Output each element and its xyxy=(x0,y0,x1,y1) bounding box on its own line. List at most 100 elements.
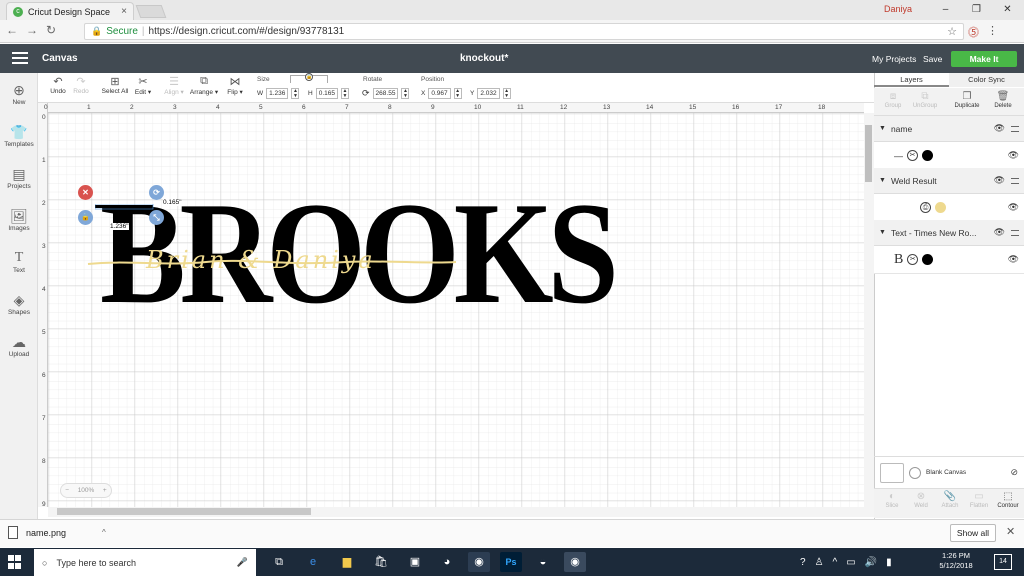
cut-scissors-icon[interactable]: ✂ xyxy=(907,254,919,265)
layer-group-name[interactable]: ▼ name 👁 xyxy=(874,116,1024,142)
store-icon[interactable]: 🛍 xyxy=(370,552,392,572)
chevron-up-icon[interactable]: ^ xyxy=(833,557,838,568)
size-lock-icon[interactable]: 🔒 xyxy=(305,73,313,81)
reload-icon[interactable]: ↻ xyxy=(46,23,56,37)
cut-scissors-icon[interactable]: ✂ xyxy=(907,150,918,161)
y-stepper[interactable]: ▲ ▼ xyxy=(502,87,511,99)
minimize-icon[interactable]: – xyxy=(930,0,961,20)
sidebar-item-upload[interactable]: ☁ Upload xyxy=(0,334,38,358)
rotate-input[interactable]: 268.55 xyxy=(372,87,399,99)
sidebar-item-images[interactable]: 🖼 Images xyxy=(0,208,38,232)
make-it-button[interactable]: Make It xyxy=(951,51,1017,67)
color-swatch[interactable] xyxy=(935,202,946,213)
visibility-eye-icon[interactable]: 👁 xyxy=(994,123,1005,134)
zoom-out-button[interactable]: − xyxy=(65,487,69,494)
microphone-icon[interactable]: 🎤 xyxy=(237,557,248,568)
height-input[interactable]: 0.165 xyxy=(315,87,338,99)
color-swatch[interactable] xyxy=(922,254,934,265)
layer-menu-icon[interactable] xyxy=(1011,177,1019,184)
resize-handle-icon[interactable]: ⤡ xyxy=(149,210,164,225)
delete-handle-icon[interactable]: ✕ xyxy=(78,185,93,200)
print-then-cut-icon[interactable]: ⎙ xyxy=(920,202,931,213)
visibility-eye-icon[interactable]: 👁 xyxy=(994,227,1005,238)
chrome-active-icon[interactable]: ◉ xyxy=(564,552,586,572)
back-icon[interactable]: ← xyxy=(6,23,18,37)
slice-button[interactable]: ◐ Slice xyxy=(877,491,907,509)
script-name-artwork[interactable]: Brian & Daniya xyxy=(86,220,458,280)
help-icon[interactable]: ? xyxy=(800,557,806,568)
chevron-up-icon[interactable]: ^ xyxy=(102,528,106,537)
collapse-triangle-icon[interactable]: ▼ xyxy=(879,125,886,132)
taskbar-search[interactable]: ○ Type here to search 🎤 xyxy=(34,549,256,576)
layer-group-weld[interactable]: ▼ Weld Result 👁 xyxy=(874,168,1024,194)
arrange-menu[interactable]: ⧉ Arrange ▾ xyxy=(189,75,219,96)
visibility-eye-icon[interactable]: 👁 xyxy=(1008,254,1019,265)
x-stepper[interactable]: ▲ ▼ xyxy=(453,87,462,99)
task-view-icon[interactable]: ⧉ xyxy=(268,552,290,572)
sidebar-item-new[interactable]: ⊕ New xyxy=(0,82,38,106)
height-stepper[interactable]: ▲ ▼ xyxy=(340,87,349,99)
browser-user[interactable]: Daniya xyxy=(884,4,912,14)
chrome-icon[interactable]: ◉ xyxy=(468,552,490,572)
forward-icon[interactable]: → xyxy=(26,23,38,37)
clock[interactable]: 1:26 PM 5/12/2018 xyxy=(936,551,976,571)
selected-line-object[interactable] xyxy=(95,204,155,210)
delete-button[interactable]: 🗑 Delete xyxy=(988,91,1018,109)
battery-icon[interactable]: ▮ xyxy=(886,557,892,568)
color-swatch[interactable] xyxy=(922,150,933,161)
tab-close-icon[interactable]: × xyxy=(121,6,127,17)
collapse-triangle-icon[interactable]: ▼ xyxy=(879,177,886,184)
select-all-button[interactable]: ⊞ Select All xyxy=(100,75,130,95)
app-icon-3[interactable]: ◒ xyxy=(532,552,554,572)
pinterest-icon[interactable]: ⓹ xyxy=(968,24,979,40)
zoom-in-button[interactable]: + xyxy=(103,487,107,494)
rotate-stepper[interactable]: ▲ ▼ xyxy=(401,87,410,99)
browser-tab[interactable]: c Cricut Design Space × xyxy=(6,2,134,20)
group-button[interactable]: ⧈ Group xyxy=(878,91,908,109)
photoshop-icon[interactable]: Ps xyxy=(500,552,522,572)
visibility-eye-icon[interactable]: 👁 xyxy=(1008,150,1019,161)
visibility-eye-icon[interactable]: 👁 xyxy=(994,175,1005,186)
edit-menu[interactable]: ✂ Edit ▾ xyxy=(132,75,154,96)
lock-handle-icon[interactable]: 🔒 xyxy=(78,210,93,225)
app-icon[interactable]: ▣ xyxy=(404,552,426,572)
layer-row-text[interactable]: B ✂ 👁 xyxy=(874,246,1024,274)
contour-button[interactable]: ⬚ Contour xyxy=(993,491,1023,509)
sidebar-item-text[interactable]: T Text xyxy=(0,250,38,274)
hamburger-menu-icon[interactable] xyxy=(12,52,28,64)
duplicate-button[interactable]: ❐ Duplicate xyxy=(952,91,982,109)
weld-button[interactable]: ⊗ Weld xyxy=(906,491,936,509)
tab-layers[interactable]: Layers xyxy=(874,73,949,87)
collapse-triangle-icon[interactable]: ▼ xyxy=(879,229,886,236)
y-input[interactable]: 2.032 xyxy=(477,87,500,99)
tab-color-sync[interactable]: Color Sync xyxy=(949,73,1024,87)
new-tab-button[interactable] xyxy=(135,5,167,18)
bookmark-star-icon[interactable]: ☆ xyxy=(947,25,957,38)
sidebar-item-templates[interactable]: 👕 Templates xyxy=(0,124,38,148)
width-stepper[interactable]: ▲ ▼ xyxy=(291,87,300,99)
visibility-eye-icon[interactable]: 👁 xyxy=(1008,202,1019,213)
layer-group-text[interactable]: ▼ Text - Times New Ro... 👁 xyxy=(874,220,1024,246)
file-explorer-icon[interactable]: ▆ xyxy=(336,552,358,572)
flip-menu[interactable]: ⋈ Flip ▾ xyxy=(224,75,246,96)
hide-eye-icon[interactable]: ⊘ xyxy=(1010,467,1018,478)
undo-button[interactable]: ↶ Undo xyxy=(50,75,66,95)
width-input[interactable]: 1.236 xyxy=(266,87,289,99)
x-input[interactable]: 0.967 xyxy=(428,87,451,99)
volume-icon[interactable]: 🔊 xyxy=(865,557,877,568)
save-button[interactable]: Save xyxy=(923,54,942,64)
app-icon-2[interactable]: ◕ xyxy=(436,552,458,572)
canvas-swatch[interactable] xyxy=(880,462,904,483)
layer-row-line[interactable]: — ✂ 👁 xyxy=(874,142,1024,170)
my-projects-link[interactable]: My Projects xyxy=(872,54,916,64)
sidebar-item-shapes[interactable]: ◈ Shapes xyxy=(0,292,38,316)
edge-icon[interactable]: e xyxy=(302,552,324,572)
close-downloads-icon[interactable]: ✕ xyxy=(1006,525,1015,538)
browser-menu-icon[interactable]: ⋮ xyxy=(987,24,998,40)
notifications-icon[interactable]: 14 xyxy=(994,554,1012,570)
vertical-scroll-thumb[interactable] xyxy=(865,125,872,182)
redo-button[interactable]: ↷ Redo xyxy=(72,75,90,95)
rotate-handle-icon[interactable]: ⟳ xyxy=(149,185,164,200)
restore-icon[interactable]: ❐ xyxy=(961,0,992,20)
people-icon[interactable]: ♙ xyxy=(815,557,824,568)
